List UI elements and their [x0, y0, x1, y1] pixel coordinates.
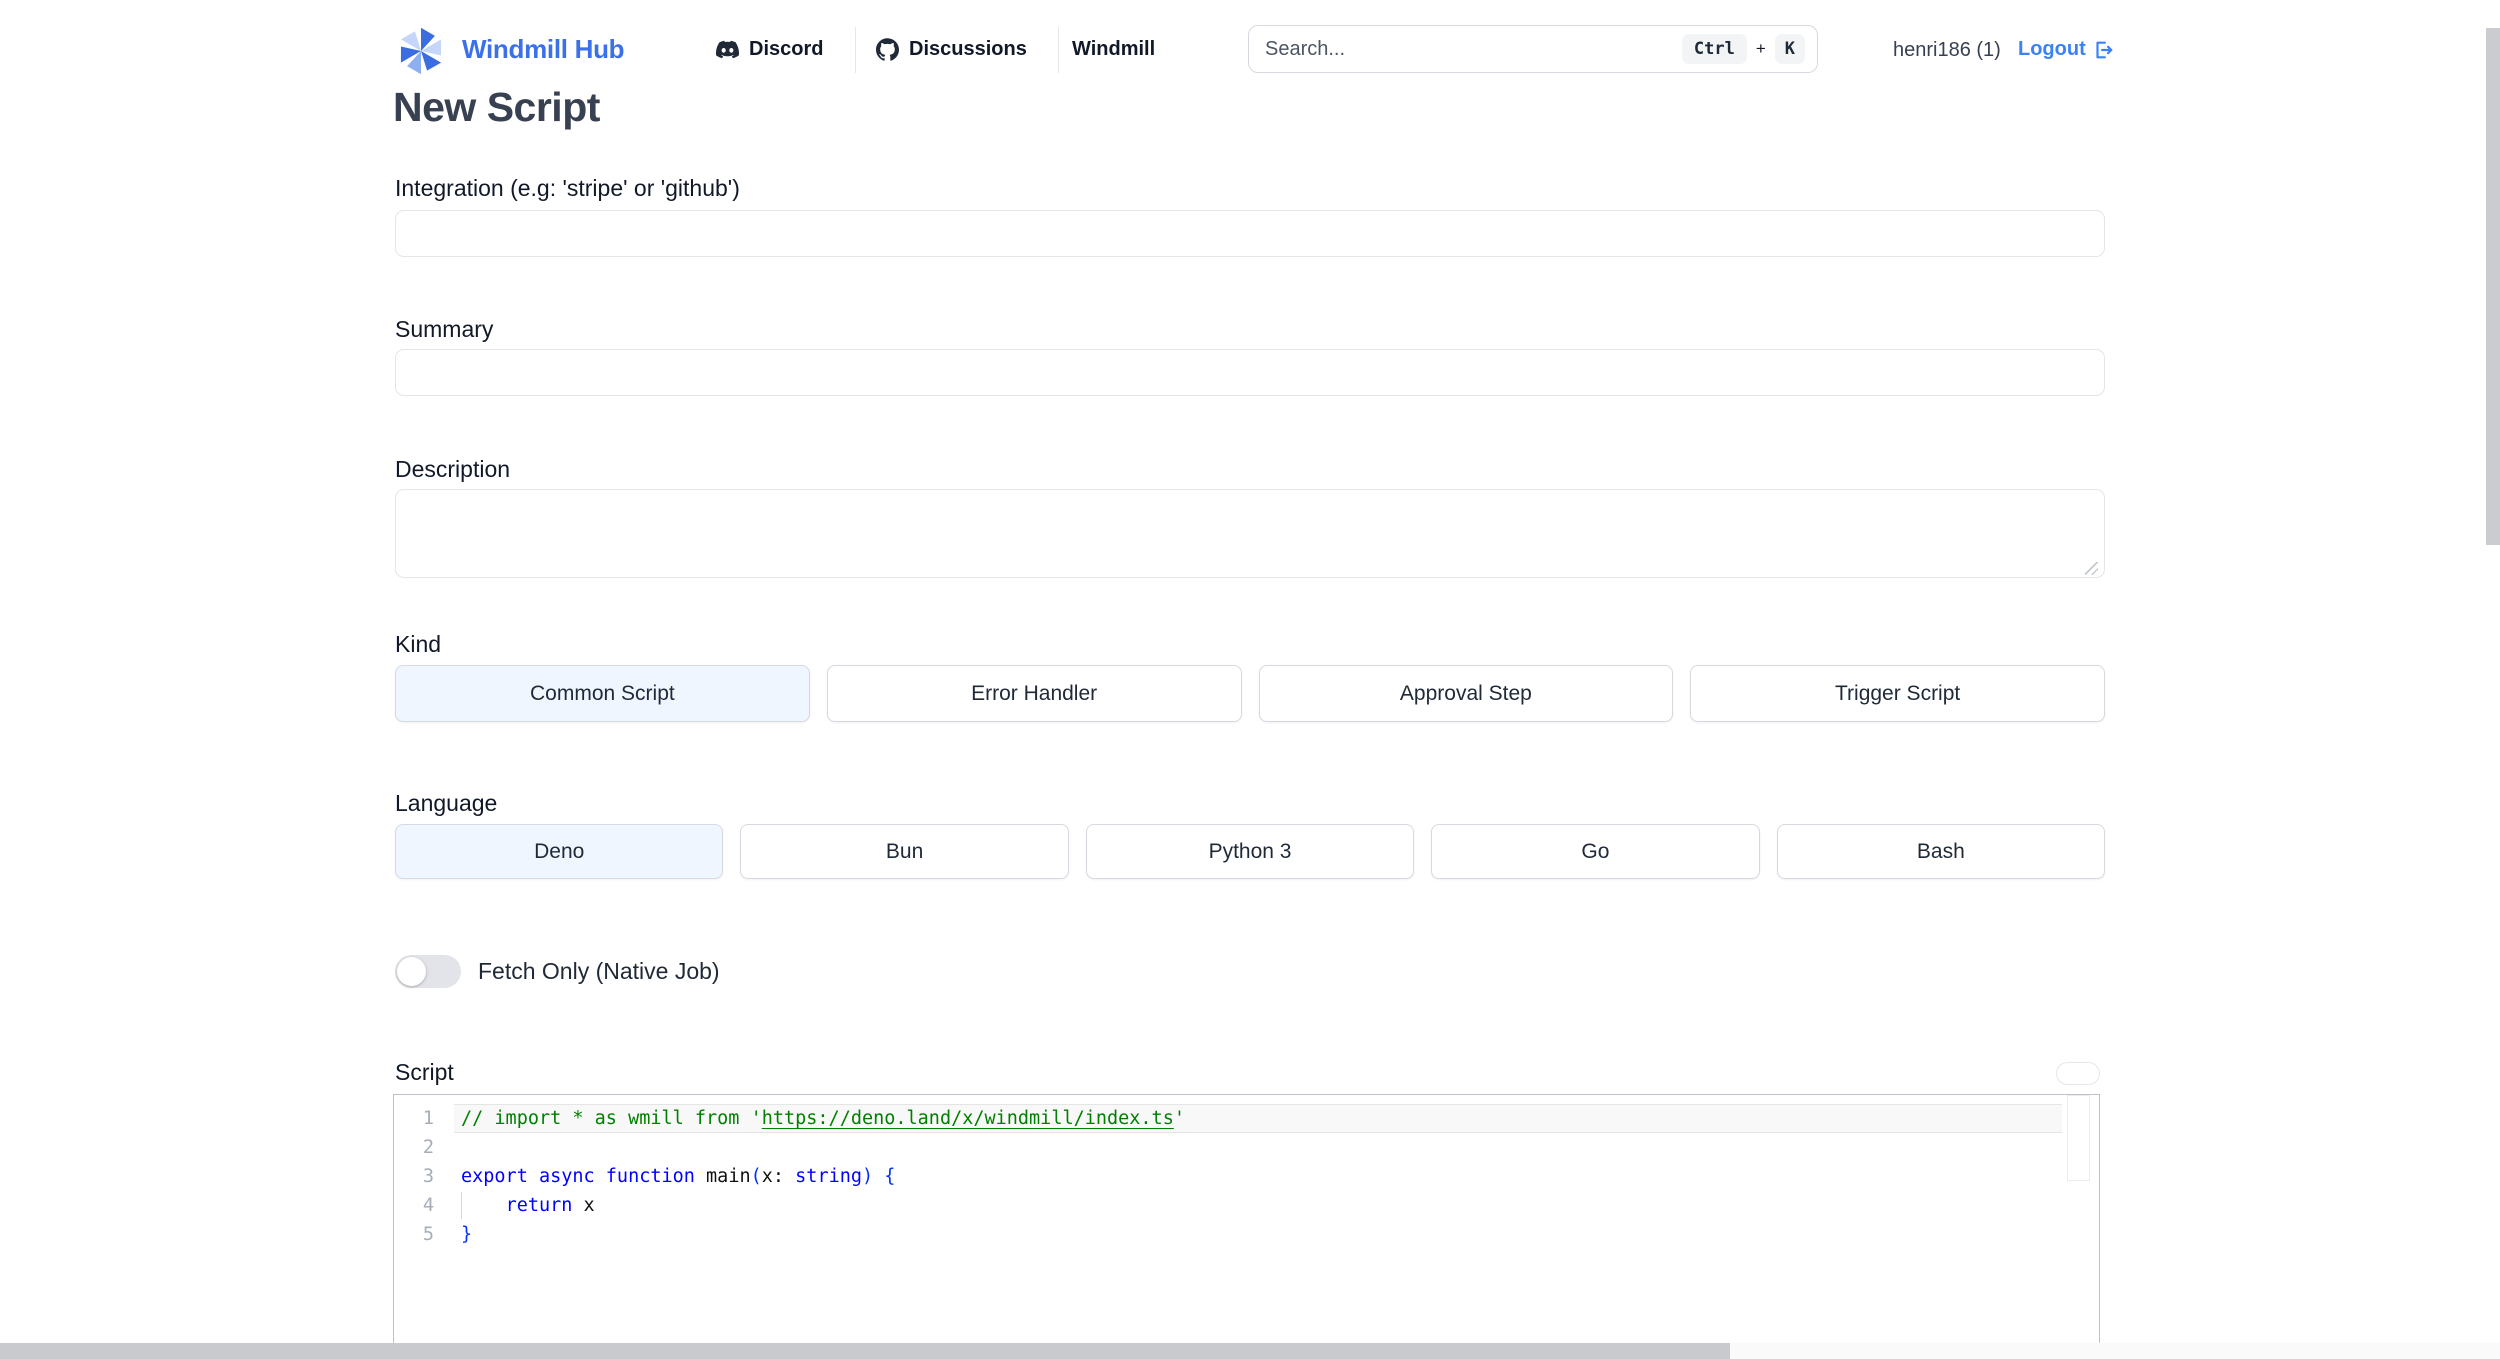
code-line[interactable]: 2	[394, 1133, 2099, 1162]
summary-label: Summary	[395, 316, 494, 342]
nav-discord[interactable]: Discord	[716, 38, 823, 61]
logout-icon	[2096, 41, 2113, 58]
code-line[interactable]: 1 // import * as wmill from 'https://deno…	[394, 1104, 2099, 1133]
description-label: Description	[395, 456, 511, 482]
language-python3-button[interactable]: Python 3	[1085, 824, 1415, 879]
kind-approval-step-button[interactable]: Approval Step	[1258, 665, 1674, 722]
page-title: New Script	[393, 84, 600, 130]
code-text: return x	[461, 1192, 595, 1219]
code-lines: 1 // import * as wmill from 'https://deno…	[394, 1095, 2099, 1249]
language-label: Language	[395, 790, 498, 816]
line-number: 2	[422, 1137, 434, 1158]
discord-icon	[716, 40, 739, 59]
nav-windmill[interactable]: Windmill	[1072, 38, 1155, 61]
nav-divider	[855, 27, 856, 73]
nav-windmill-label: Windmill	[1072, 38, 1156, 60]
horizontal-scrollbar-thumb[interactable]	[0, 1343, 1730, 1359]
code-text: // import * as wmill from 'https://deno.…	[461, 1108, 1185, 1129]
nav-discussions[interactable]: Discussions	[876, 38, 1027, 61]
language-button-group: Deno Bun Python 3 Go Bash	[395, 824, 2106, 879]
code-line[interactable]: 5}	[394, 1220, 2099, 1249]
github-icon	[876, 38, 899, 61]
line-number: 3	[422, 1166, 434, 1187]
summary-input[interactable]	[395, 349, 2105, 396]
kbd-ctrl: Ctrl	[1681, 34, 1747, 64]
line-number: 5	[422, 1224, 434, 1245]
toggle-knob	[397, 957, 426, 986]
integration-label: Integration (e.g: 'stripe' or 'github')	[395, 175, 740, 201]
windmill-logo[interactable]	[392, 22, 450, 80]
line-number: 4	[422, 1195, 434, 1216]
fetch-only-toggle[interactable]	[395, 955, 461, 988]
nav-divider	[1058, 27, 1059, 73]
language-bash-button[interactable]: Bash	[1776, 824, 2106, 879]
fetch-only-label: Fetch Only (Native Job)	[478, 958, 720, 984]
line-number: 1	[422, 1108, 434, 1129]
script-label: Script	[395, 1059, 454, 1085]
kind-common-script-button[interactable]: Common Script	[395, 665, 810, 722]
kbd-plus: +	[1755, 39, 1766, 58]
textarea-resize-handle[interactable]	[2085, 562, 2098, 575]
code-text: export async function main(x: string) {	[461, 1166, 896, 1187]
code-line[interactable]: 4 return x	[394, 1191, 2099, 1220]
code-line[interactable]: 3 export async function main(x: string) {	[394, 1162, 2099, 1191]
language-go-button[interactable]: Go	[1431, 824, 1760, 879]
description-textarea[interactable]	[395, 489, 2105, 578]
search-input[interactable]	[1249, 37, 1682, 61]
language-deno-button[interactable]: Deno	[395, 824, 724, 879]
kbd-k: K	[1774, 34, 1805, 64]
logout-button[interactable]: Logout	[2018, 38, 2114, 61]
logout-label: Logout	[2018, 38, 2086, 60]
code-text: }	[461, 1224, 473, 1245]
kind-error-handler-button[interactable]: Error Handler	[826, 665, 1242, 722]
script-editor-pill-toggle[interactable]	[2056, 1062, 2100, 1085]
search-box[interactable]: Ctrl + K	[1248, 25, 1818, 73]
nav-discord-label: Discord	[749, 38, 824, 60]
kind-trigger-script-button[interactable]: Trigger Script	[1690, 665, 2105, 722]
vertical-scrollbar[interactable]	[2486, 28, 2500, 545]
search-shortcut: Ctrl + K	[1681, 34, 1817, 64]
brand-title[interactable]: Windmill Hub	[462, 34, 625, 65]
language-bun-button[interactable]: Bun	[740, 824, 1069, 879]
integration-input[interactable]	[395, 210, 2105, 257]
code-editor[interactable]: 1 // import * as wmill from 'https://deno…	[393, 1094, 2100, 1359]
kind-button-group: Common Script Error Handler Approval Ste…	[395, 665, 2105, 722]
horizontal-scrollbar-track[interactable]	[0, 1343, 2500, 1359]
kind-label: Kind	[395, 631, 442, 657]
username-label: henri186 (1)	[1893, 39, 2001, 61]
editor-scrollbar-decor[interactable]	[2067, 1095, 2090, 1181]
nav-discussions-label: Discussions	[909, 38, 1027, 60]
